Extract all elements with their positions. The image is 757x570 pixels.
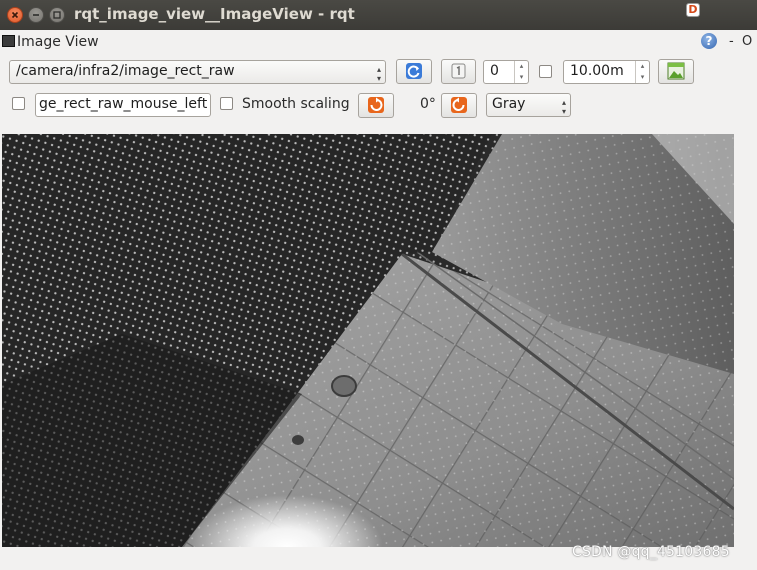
refresh-icon bbox=[406, 63, 422, 79]
camera-image-view[interactable] bbox=[2, 134, 734, 547]
rotate-right-button[interactable] bbox=[441, 93, 477, 118]
smooth-scaling-checkbox[interactable] bbox=[220, 97, 233, 110]
rotation-label: 0° bbox=[420, 96, 436, 112]
window-minimize-button[interactable] bbox=[28, 7, 44, 23]
dock-header: Image View bbox=[0, 32, 757, 52]
rotate-right-icon bbox=[451, 97, 467, 113]
smooth-scaling-label: Smooth scaling bbox=[242, 96, 350, 112]
watermark: CSDN @qq_45103685 bbox=[572, 544, 730, 560]
refresh-topics-button[interactable] bbox=[396, 59, 432, 84]
save-image-button[interactable] bbox=[658, 59, 694, 84]
spin-arrows-icon: ▴ ▾ bbox=[514, 61, 528, 83]
plugin-icon bbox=[2, 35, 15, 47]
mouse-topic-value: ge_rect_raw_mouse_left bbox=[39, 96, 208, 112]
zoom-original-icon bbox=[451, 63, 466, 79]
color-scheme-value: Gray bbox=[492, 96, 526, 112]
dynamic-range-checkbox[interactable] bbox=[539, 65, 552, 78]
camera-image bbox=[2, 134, 734, 547]
help-button[interactable]: ? bbox=[701, 33, 717, 49]
updown-arrows-icon: ▴ ▾ bbox=[376, 65, 381, 83]
color-scheme-select[interactable]: Gray ▴ ▾ bbox=[486, 93, 571, 117]
window-titlebar: rqt_image_view__ImageView - rqt bbox=[0, 0, 757, 30]
dock-close-button[interactable]: - bbox=[729, 34, 734, 49]
mouse-topic-input[interactable]: ge_rect_raw_mouse_left bbox=[35, 93, 211, 117]
spin-arrows-icon: ▴ ▾ bbox=[635, 61, 649, 83]
updown-arrows-icon: ▴ ▾ bbox=[561, 98, 566, 116]
dock-d-button[interactable]: D bbox=[686, 3, 700, 17]
topic-select[interactable]: /camera/infra2/image_rect_raw ▴ ▾ bbox=[9, 60, 386, 84]
max-range-spinbox[interactable]: 10.00m ▴ ▾ bbox=[563, 60, 650, 84]
mouse-publish-checkbox[interactable] bbox=[12, 97, 25, 110]
zoom-value: 0 bbox=[490, 63, 499, 79]
rotate-left-button[interactable] bbox=[358, 93, 394, 118]
close-icon bbox=[11, 11, 19, 19]
max-range-value: 10.00m bbox=[570, 63, 624, 79]
window-title: rqt_image_view__ImageView - rqt bbox=[74, 5, 355, 23]
minimize-icon bbox=[33, 14, 39, 16]
save-image-icon bbox=[667, 62, 685, 80]
rotate-left-icon bbox=[368, 97, 384, 113]
zoom-spinbox[interactable]: 0 ▴ ▾ bbox=[483, 60, 529, 84]
window-close-button[interactable] bbox=[7, 7, 23, 23]
dock-title: Image View bbox=[17, 34, 99, 50]
dock-float-button[interactable]: O bbox=[742, 34, 752, 49]
topic-value: /camera/infra2/image_rect_raw bbox=[16, 63, 235, 79]
zoom-1-button[interactable] bbox=[441, 59, 476, 84]
window-maximize-button[interactable] bbox=[49, 7, 65, 23]
maximize-icon bbox=[53, 11, 61, 19]
